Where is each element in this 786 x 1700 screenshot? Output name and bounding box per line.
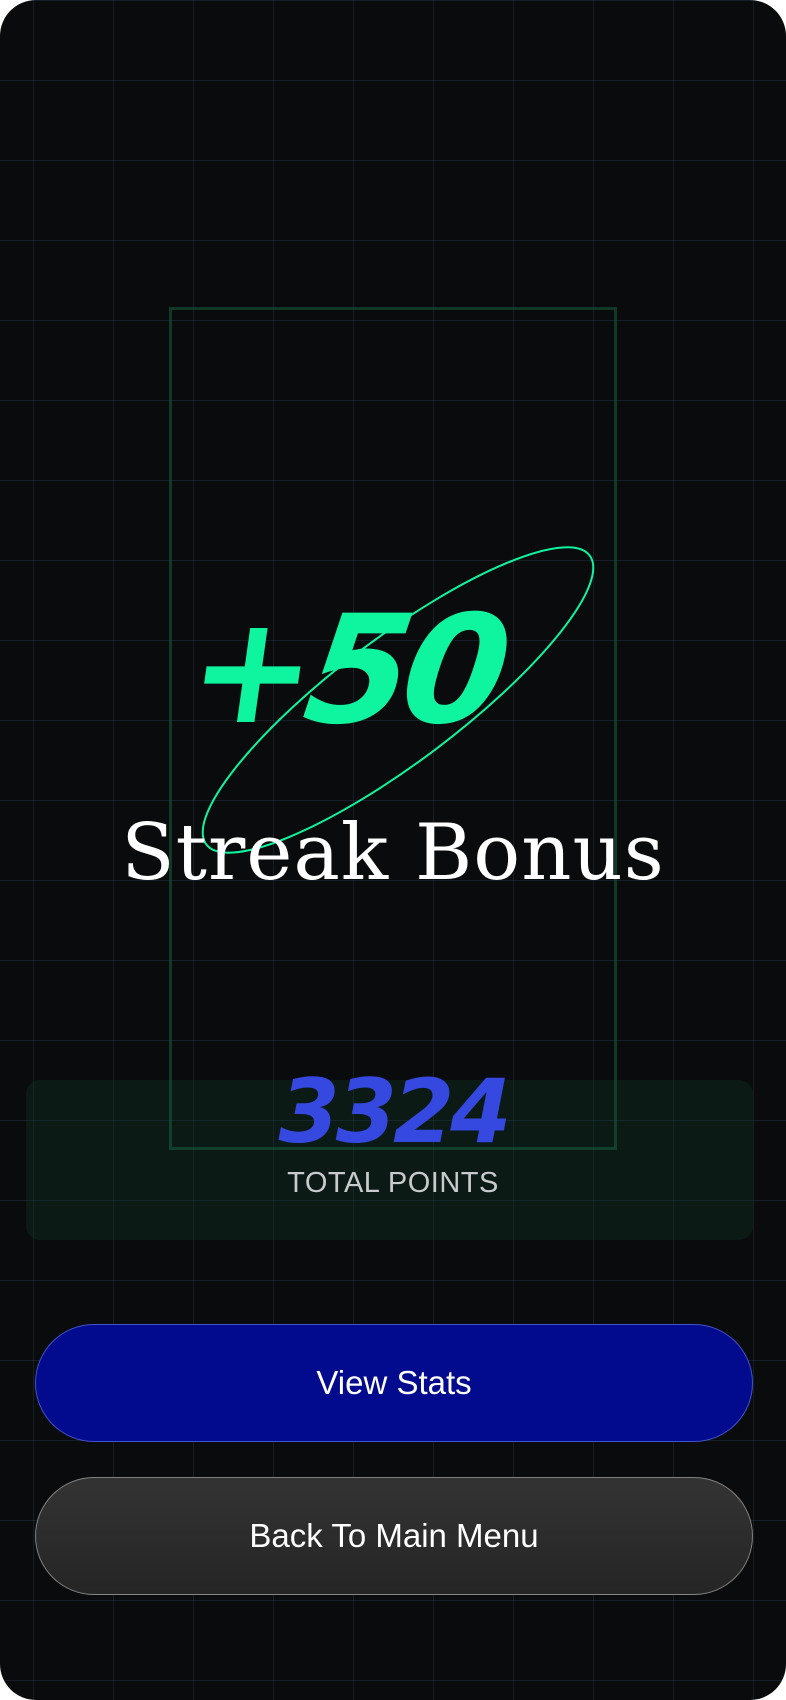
view-stats-button[interactable]: View Stats xyxy=(35,1324,753,1442)
bonus-title: Streak Bonus xyxy=(121,808,665,898)
total-points-value: 3324 xyxy=(278,1060,512,1163)
streak-bonus-screen: +50 Streak Bonus 3324 TOTAL POINTS View … xyxy=(0,0,786,1700)
bonus-amount: +50 xyxy=(177,584,513,758)
back-to-main-menu-button[interactable]: Back To Main Menu xyxy=(35,1477,753,1595)
total-points-label: TOTAL POINTS xyxy=(287,1167,499,1199)
